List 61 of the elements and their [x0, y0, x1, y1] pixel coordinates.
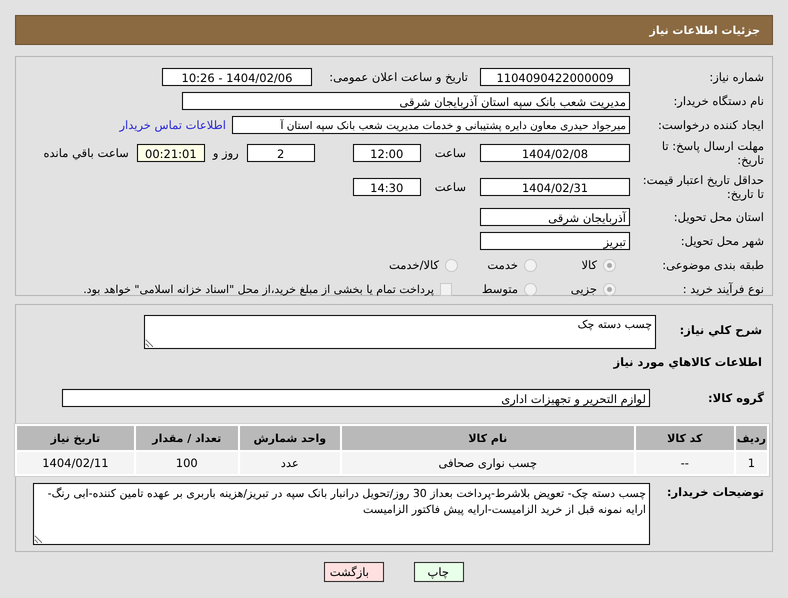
buyer-contact-link[interactable]: اطلاعات تماس خریدار	[119, 118, 226, 132]
table-cell: 100	[136, 452, 238, 474]
field-label: گروه کالا:	[707, 390, 765, 405]
radio-button[interactable]	[603, 282, 616, 296]
table-cell: 1404/02/11	[17, 452, 134, 474]
checkbox[interactable]	[440, 282, 452, 296]
remaining-label: ساعت باقي مانده	[42, 146, 130, 160]
column-header: ردیف	[736, 426, 767, 450]
remaining-time-field[interactable]: 00:21:01	[136, 144, 205, 162]
announce-date-field[interactable]: 1404/02/06 - 10:26	[162, 68, 312, 86]
radio-button[interactable]	[603, 258, 616, 272]
table-cell: عدد	[240, 452, 340, 474]
field-label: ایجاد کننده درخواست:	[657, 118, 765, 132]
field-label: نام دستگاه خریدار:	[672, 94, 765, 108]
column-header: نام کالا	[342, 426, 634, 450]
field-label: مهلت ارسال پاسخ: تا تاریخ:	[660, 139, 765, 167]
page-title: جزئیات اطلاعات نیاز	[650, 24, 760, 36]
need-number-field[interactable]: 1104090422000009	[480, 68, 630, 86]
radio-label: جزیی	[570, 282, 597, 296]
date-field[interactable]: 1404/02/31	[480, 178, 630, 196]
radio-label: خدمت	[486, 258, 518, 272]
days-field[interactable]: 2	[246, 144, 315, 162]
radio-button[interactable]	[524, 258, 537, 272]
column-header: تعداد / مقدار	[136, 426, 238, 450]
back-button[interactable]: بازگشت	[324, 562, 384, 582]
notes-field[interactable]: چسب دسته چک- تعویض بلاشرط-پرداخت بعداز 30 روز/تحویل درانبار بانک سپه در تبریز/هزینه باربری بر عهده تامین کننده-ابی رنگ-ارایه نمونه قبل از خرید الزامیست-ارایه پیش فاکتور الزامیست	[33, 483, 650, 545]
print-button[interactable]: چاپ	[414, 562, 464, 582]
field-label: طبقه بندی موضوعی:	[661, 258, 765, 272]
date-field[interactable]: 1404/02/08	[480, 144, 630, 162]
table-cell: --	[636, 452, 734, 474]
radio-label: كالا	[580, 258, 597, 272]
field-label: شرح كلي نياز:	[678, 322, 763, 337]
column-header: کد کالا	[636, 426, 734, 450]
column-header: تاریخ نیاز	[17, 426, 134, 450]
field-label: نوع فرآیند خرید :	[682, 282, 765, 296]
summary-field[interactable]: چسب دسته چک	[144, 315, 656, 349]
radio-button[interactable]	[445, 258, 458, 272]
field-label: استان محل تحویل:	[672, 210, 765, 224]
buyer-field[interactable]: مدیریت شعب بانک سپه استان آذربایجان شرقی	[182, 92, 630, 110]
radio-button[interactable]	[524, 282, 537, 296]
field-label: شهر محل تحویل:	[680, 234, 765, 248]
field-label: شماره نیاز:	[708, 70, 765, 84]
time-field[interactable]: 12:00	[352, 144, 421, 162]
goods-group-field[interactable]: لوازم التحریر و تجهیزات اداری	[62, 389, 650, 407]
field-label: حداقل تاریخ اعتبار قیمت: تا تاریخ:	[642, 173, 765, 201]
city-field[interactable]: تبریز	[480, 232, 630, 250]
table-cell: 1	[736, 452, 767, 474]
days-label: روز و	[211, 146, 240, 160]
field-label: توضیحات خریدار:	[666, 484, 765, 499]
time-label: ساعت	[434, 180, 467, 194]
time-field[interactable]: 14:30	[352, 178, 421, 196]
time-label: ساعت	[434, 146, 467, 160]
table-cell: چسب نواری صحافی	[342, 452, 634, 474]
radio-label: كالا/خدمت	[388, 258, 439, 272]
creator-field[interactable]: میرجواد حیدری معاون دایره پشتیبانی و خدمات مدیریت شعب بانک سپه استان آ	[232, 116, 630, 134]
column-header: واحد شمارش	[240, 426, 340, 450]
province-field[interactable]: آذربایجان شرقی	[480, 208, 630, 226]
field-label: تاریخ و ساعت اعلان عمومی:	[328, 70, 469, 84]
payment-note: پرداخت تمام یا بخشی از مبلغ خرید،از محل "اسناد خزانه اسلامی" خواهد بود.	[83, 282, 434, 296]
radio-label: متوسط	[480, 282, 518, 296]
section-title: اطلاعات كالاهاي مورد نياز	[612, 355, 763, 369]
